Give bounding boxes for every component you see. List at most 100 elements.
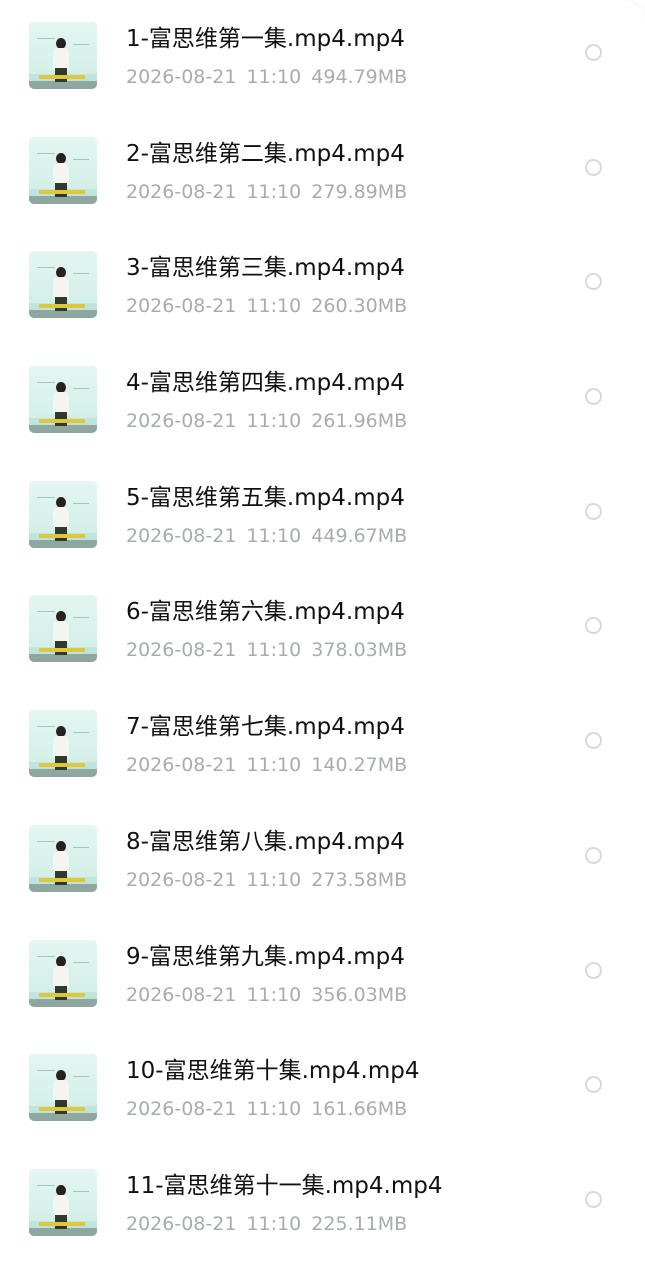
select-radio[interactable] bbox=[585, 158, 602, 176]
file-meta: 2026-08-21 11:10 279.89MB bbox=[126, 179, 407, 205]
file-size: 140.27MB bbox=[311, 754, 408, 777]
file-time: 11:10 bbox=[246, 754, 302, 777]
subtitle-bar bbox=[39, 992, 85, 997]
subtitle-bar bbox=[39, 419, 85, 424]
file-size: 356.03MB bbox=[311, 983, 408, 1006]
subtitle-bar bbox=[39, 75, 85, 79]
file-date: 2026-08-21 bbox=[126, 1212, 237, 1235]
file-meta: 2026-08-21 11:10 225.11MB bbox=[126, 1211, 407, 1237]
file-row[interactable]: 7-富思维第七集.mp4.mp4 2026-08-21 11:10 140.27… bbox=[0, 688, 645, 803]
file-date: 2026-08-21 bbox=[126, 295, 237, 318]
select-radio[interactable] bbox=[585, 1190, 602, 1208]
file-name: 7-富思维第七集.mp4.mp4 bbox=[126, 714, 405, 741]
video-thumbnail[interactable] bbox=[29, 939, 97, 1007]
file-size: 273.58MB bbox=[311, 868, 408, 891]
file-meta: 2026-08-21 11:10 378.03MB bbox=[126, 637, 407, 663]
select-radio[interactable] bbox=[585, 732, 602, 750]
file-time: 11:10 bbox=[246, 180, 302, 203]
file-size: 261.96MB bbox=[311, 410, 408, 433]
video-thumbnail[interactable] bbox=[29, 366, 97, 434]
file-date: 2026-08-21 bbox=[126, 754, 237, 777]
file-meta: 2026-08-21 11:10 161.66MB bbox=[126, 1096, 407, 1122]
file-name: 8-富思维第八集.mp4.mp4 bbox=[126, 828, 405, 855]
file-meta: 2026-08-21 11:10 356.03MB bbox=[126, 982, 407, 1008]
file-time: 11:10 bbox=[246, 66, 302, 88]
file-size: 225.11MB bbox=[311, 1212, 408, 1235]
file-row[interactable]: 11-富思维第十一集.mp4.mp4 2026-08-21 11:10 225.… bbox=[0, 1147, 645, 1262]
select-radio[interactable] bbox=[585, 502, 602, 520]
video-thumbnail[interactable] bbox=[29, 710, 97, 778]
video-thumbnail[interactable] bbox=[29, 824, 97, 892]
file-meta: 2026-08-21 11:10 273.58MB bbox=[126, 867, 407, 893]
file-row[interactable]: 5-富思维第五集.mp4.mp4 2026-08-21 11:10 449.67… bbox=[0, 459, 645, 574]
file-name: 1-富思维第一集.mp4.mp4 bbox=[126, 26, 405, 52]
file-row[interactable]: 3-富思维第三集.mp4.mp4 2026-08-21 11:10 260.30… bbox=[0, 229, 645, 344]
file-name: 10-富思维第十集.mp4.mp4 bbox=[126, 1058, 420, 1085]
subtitle-bar bbox=[39, 189, 85, 194]
file-row[interactable]: 2-富思维第二集.mp4.mp4 2026-08-21 11:10 279.89… bbox=[0, 115, 645, 230]
file-meta: 2026-08-21 11:10 494.79MB bbox=[126, 64, 407, 90]
file-date: 2026-08-21 bbox=[126, 1098, 237, 1121]
video-thumbnail[interactable] bbox=[29, 251, 97, 319]
file-name: 5-富思维第五集.mp4.mp4 bbox=[126, 484, 405, 511]
file-name: 11-富思维第十一集.mp4.mp4 bbox=[126, 1172, 443, 1199]
file-meta: 2026-08-21 11:10 261.96MB bbox=[126, 408, 407, 434]
subtitle-bar bbox=[39, 533, 85, 538]
file-row[interactable]: 1-富思维第一集.mp4.mp4 2026-08-21 11:10 494.79… bbox=[0, 0, 645, 115]
file-time: 11:10 bbox=[246, 410, 302, 433]
video-thumbnail[interactable] bbox=[29, 1168, 97, 1236]
file-list-panel: 1-富思维第一集.mp4.mp4 2026-08-21 11:10 494.79… bbox=[0, 0, 645, 1280]
file-time: 11:10 bbox=[246, 295, 302, 318]
file-size: 260.30MB bbox=[311, 295, 408, 318]
file-name: 3-富思维第三集.mp4.mp4 bbox=[126, 255, 405, 282]
select-radio[interactable] bbox=[585, 1076, 602, 1094]
file-size: 378.03MB bbox=[311, 639, 408, 662]
file-time: 11:10 bbox=[246, 639, 302, 662]
subtitle-bar bbox=[39, 648, 85, 653]
file-meta: 2026-08-21 11:10 260.30MB bbox=[126, 293, 407, 319]
file-time: 11:10 bbox=[246, 1098, 302, 1121]
file-date: 2026-08-21 bbox=[126, 410, 237, 433]
file-date: 2026-08-21 bbox=[126, 868, 237, 891]
video-thumbnail[interactable] bbox=[29, 1054, 97, 1122]
select-radio[interactable] bbox=[585, 44, 602, 61]
select-radio[interactable] bbox=[585, 273, 602, 291]
subtitle-bar bbox=[39, 1221, 85, 1226]
file-meta: 2026-08-21 11:10 140.27MB bbox=[126, 752, 407, 778]
file-name: 4-富思维第四集.mp4.mp4 bbox=[126, 370, 405, 397]
subtitle-bar bbox=[39, 877, 85, 882]
file-row[interactable]: 6-富思维第六集.mp4.mp4 2026-08-21 11:10 378.03… bbox=[0, 573, 645, 688]
video-thumbnail[interactable] bbox=[29, 136, 97, 204]
file-row[interactable]: 4-富思维第四集.mp4.mp4 2026-08-21 11:10 261.96… bbox=[0, 344, 645, 459]
file-date: 2026-08-21 bbox=[126, 639, 237, 662]
file-list: 1-富思维第一集.mp4.mp4 2026-08-21 11:10 494.79… bbox=[0, 0, 645, 1262]
file-time: 11:10 bbox=[246, 1212, 302, 1235]
file-time: 11:10 bbox=[246, 983, 302, 1006]
file-size: 494.79MB bbox=[311, 66, 408, 88]
file-size: 449.67MB bbox=[311, 524, 408, 547]
file-row[interactable]: 9-富思维第九集.mp4.mp4 2026-08-21 11:10 356.03… bbox=[0, 918, 645, 1033]
file-size: 161.66MB bbox=[311, 1098, 408, 1121]
select-radio[interactable] bbox=[585, 388, 602, 406]
file-row[interactable]: 8-富思维第八集.mp4.mp4 2026-08-21 11:10 273.58… bbox=[0, 803, 645, 918]
file-size: 279.89MB bbox=[311, 180, 408, 203]
file-name: 2-富思维第二集.mp4.mp4 bbox=[126, 140, 405, 167]
file-name: 9-富思维第九集.mp4.mp4 bbox=[126, 943, 405, 970]
file-date: 2026-08-21 bbox=[126, 66, 237, 88]
video-thumbnail[interactable] bbox=[29, 480, 97, 548]
video-thumbnail[interactable] bbox=[29, 22, 97, 89]
subtitle-bar bbox=[39, 1107, 85, 1112]
select-radio[interactable] bbox=[585, 617, 602, 635]
file-meta: 2026-08-21 11:10 449.67MB bbox=[126, 523, 407, 549]
subtitle-bar bbox=[39, 763, 85, 768]
file-time: 11:10 bbox=[246, 868, 302, 891]
video-thumbnail[interactable] bbox=[29, 595, 97, 663]
select-radio[interactable] bbox=[585, 961, 602, 979]
subtitle-bar bbox=[39, 304, 85, 309]
select-radio[interactable] bbox=[585, 846, 602, 864]
file-time: 11:10 bbox=[246, 524, 302, 547]
file-row[interactable]: 10-富思维第十集.mp4.mp4 2026-08-21 11:10 161.6… bbox=[0, 1032, 645, 1147]
file-date: 2026-08-21 bbox=[126, 180, 237, 203]
file-name: 6-富思维第六集.mp4.mp4 bbox=[126, 599, 405, 626]
file-date: 2026-08-21 bbox=[126, 524, 237, 547]
